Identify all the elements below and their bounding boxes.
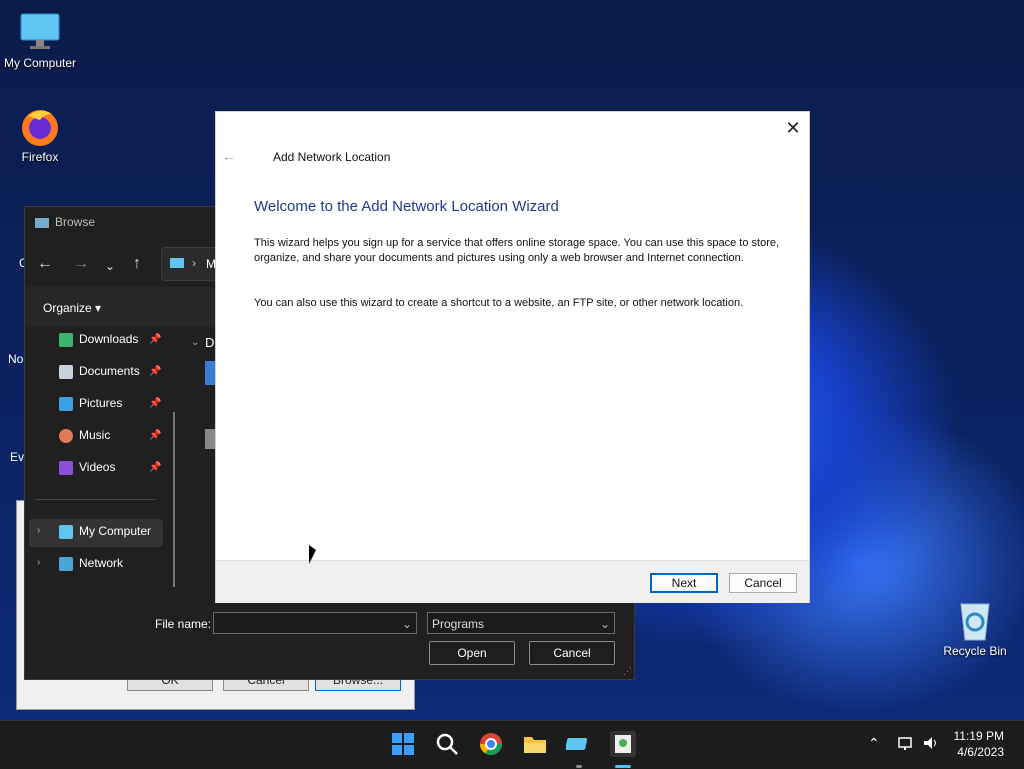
desktop-icon-firefox[interactable]: Firefox (0, 104, 80, 164)
sidebar-item-music[interactable]: Music (59, 423, 110, 447)
wizard-shortcut-text: You can also use this wizard to create a… (254, 297, 744, 309)
desktop-icon-recycle-bin[interactable]: Recycle Bin (935, 598, 1015, 658)
file-name-combobox[interactable]: ⌄ (213, 612, 417, 634)
sidebar-scrollbar[interactable] (173, 412, 175, 587)
window-icon (35, 217, 49, 228)
content-group-header: D (205, 335, 215, 350)
search-icon[interactable] (434, 731, 460, 757)
wizard-window-title: Add Network Location (273, 150, 391, 164)
add-network-location-wizard: ✕ ← Add Network Location Welcome to the … (215, 111, 810, 603)
sidebar-item-pictures[interactable]: Pictures (59, 391, 122, 415)
pictures-icon (59, 396, 73, 411)
address-bar[interactable]: › M (161, 247, 223, 281)
sidebar-item-documents[interactable]: Documents (59, 359, 140, 383)
pin-icon: 📌 (149, 398, 162, 409)
system-clock[interactable]: 11:19 PM 4/6/2023 (954, 728, 1004, 760)
sidebar-item-network[interactable]: Network (59, 551, 123, 575)
clock-time: 11:19 PM (953, 729, 1004, 743)
computer-icon (59, 524, 73, 539)
resize-grip-icon[interactable]: ⋰ (623, 666, 632, 677)
chevron-down-icon: ⌄ (599, 617, 610, 631)
taskbar: ⌃ 11:19 PM 4/6/2023 (0, 720, 1024, 769)
wizard-footer: Next Cancel (216, 560, 809, 603)
pin-icon: 📌 (149, 430, 162, 441)
drive-icon[interactable] (205, 361, 215, 385)
file-name-label: File name: (155, 617, 212, 631)
file-explorer-icon[interactable] (522, 731, 548, 757)
cancel-button[interactable]: Cancel (729, 573, 797, 593)
chevron-right-icon[interactable]: › (37, 557, 40, 568)
pin-icon: 📌 (149, 462, 162, 473)
volume-icon[interactable] (922, 735, 940, 754)
back-arrow-icon[interactable]: ← (37, 255, 53, 273)
pin-icon: 📌 (149, 366, 162, 377)
chevron-right-icon[interactable]: › (37, 525, 40, 536)
sidebar-separator (35, 499, 155, 500)
desktop-icon-label: Recycle Bin (943, 644, 1007, 658)
sidebar-item-videos[interactable]: Videos (59, 455, 115, 479)
chevron-right-icon: › (192, 256, 196, 270)
documents-icon (59, 364, 73, 379)
wizard-intro-text: This wizard helps you sign up for a serv… (254, 237, 780, 264)
file-type-select[interactable]: Programs ⌄ (427, 612, 615, 634)
chevron-down-icon: ▾ (95, 301, 102, 315)
open-button[interactable]: Open (429, 641, 515, 665)
chevron-down-icon[interactable]: ⌄ (191, 337, 199, 348)
cancel-button[interactable]: Cancel (529, 641, 615, 665)
partial-desktop-label: Ev (10, 450, 25, 464)
download-icon (59, 332, 73, 347)
sidebar-item-my-computer[interactable]: My Computer (59, 519, 151, 543)
wizard-app-icon[interactable] (610, 731, 636, 757)
network-icon (59, 556, 73, 571)
monitor-icon (18, 10, 62, 54)
next-button[interactable]: Next (650, 573, 718, 593)
music-icon (59, 428, 73, 443)
forward-arrow-icon[interactable]: → (73, 255, 89, 273)
close-icon[interactable]: ✕ (783, 118, 803, 138)
start-icon[interactable] (390, 731, 416, 757)
network-icon[interactable] (898, 735, 914, 754)
control-panel-icon[interactable] (565, 731, 592, 757)
clock-date: 4/6/2023 (957, 745, 1004, 759)
desktop-icon-label: My Computer (3, 56, 77, 70)
wizard-heading: Welcome to the Add Network Location Wiza… (254, 198, 559, 215)
back-arrow-icon[interactable]: ← (222, 148, 236, 164)
videos-icon (59, 460, 73, 475)
browse-title: Browse (35, 215, 95, 229)
organize-button[interactable]: Organize ▾ (43, 301, 101, 315)
firefox-icon (18, 104, 62, 148)
recent-locations-icon[interactable]: ⌄ (105, 259, 115, 273)
recycle-bin-icon (953, 598, 997, 642)
sidebar-item-downloads[interactable]: Downloads (59, 327, 138, 351)
chevron-down-icon: ⌄ (401, 617, 412, 631)
partial-desktop-label: No (8, 352, 24, 366)
up-arrow-icon[interactable]: ↑ (133, 255, 141, 273)
pin-icon: 📌 (149, 334, 162, 345)
chevron-up-icon[interactable]: ⌃ (868, 735, 880, 752)
desktop-icon-my-computer[interactable]: My Computer (0, 10, 80, 70)
chrome-icon[interactable] (478, 731, 504, 757)
mouse-cursor (309, 545, 316, 564)
computer-icon (170, 258, 184, 268)
drive-icon[interactable] (205, 429, 215, 449)
desktop-icon-label: Firefox (21, 150, 59, 164)
